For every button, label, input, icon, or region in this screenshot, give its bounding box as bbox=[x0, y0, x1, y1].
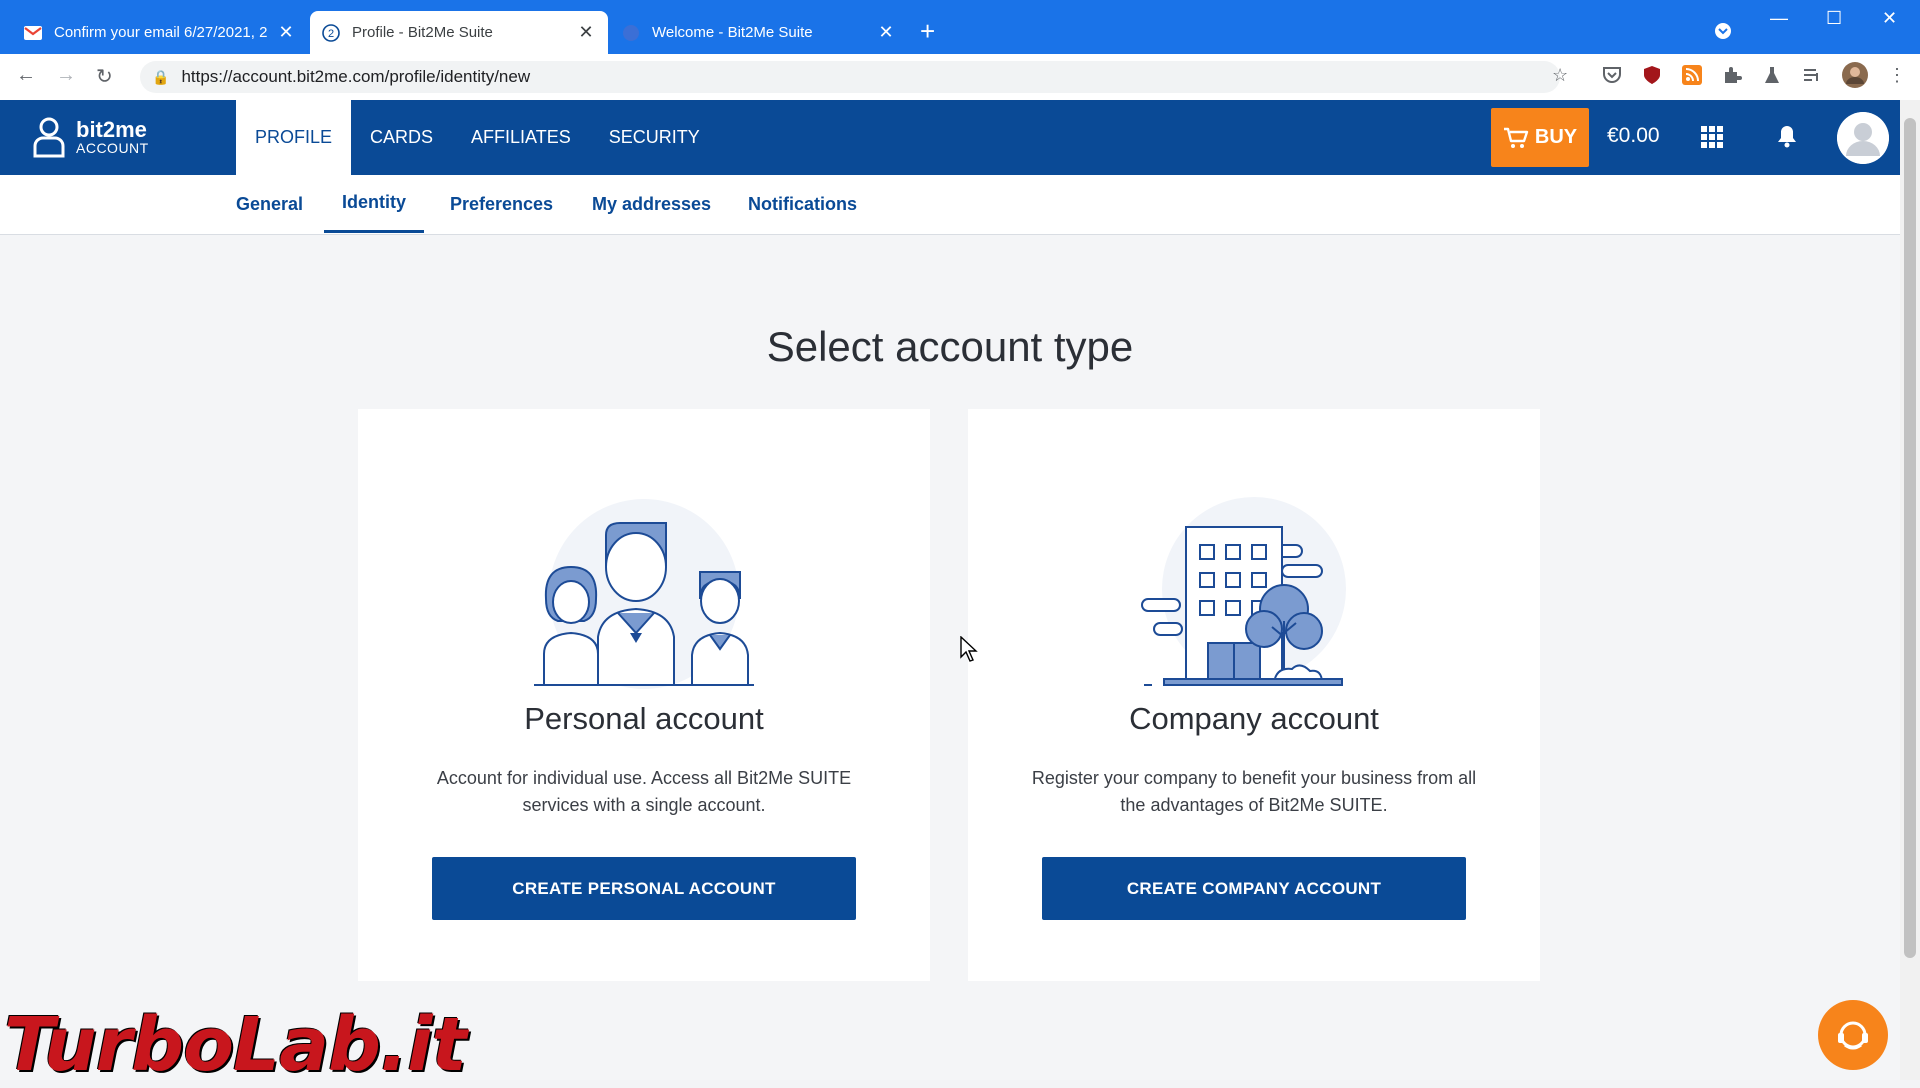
turbolab-watermark: TurboLab.it bbox=[4, 1002, 467, 1088]
company-card-description: Register your company to benefit your bu… bbox=[1031, 768, 1477, 815]
company-card-title: Company account bbox=[1129, 701, 1379, 736]
extensions-icon[interactable] bbox=[1722, 65, 1742, 90]
main-content: Select account type Personal account Acc… bbox=[0, 235, 1900, 1080]
people-illustration-icon bbox=[534, 499, 754, 689]
create-personal-account-button[interactable]: CREATE PERSONAL ACCOUNT bbox=[432, 857, 856, 920]
address-bar: ← → ↻ 🔒 https://account.bit2me.com/profi… bbox=[0, 54, 1920, 101]
profile-avatar-icon[interactable] bbox=[1842, 62, 1868, 93]
lock-icon: 🔒 bbox=[152, 68, 170, 85]
headset-icon bbox=[1838, 1021, 1868, 1050]
gmail-icon bbox=[24, 24, 42, 42]
logo-name: bit2me bbox=[76, 117, 147, 142]
subtab-notifications[interactable]: Notifications bbox=[748, 175, 857, 233]
bit2me-icon: 2 bbox=[322, 23, 340, 42]
close-tab-icon[interactable]: ✕ bbox=[576, 22, 596, 43]
mouse-cursor-icon bbox=[960, 636, 978, 662]
subtab-general[interactable]: General bbox=[236, 175, 303, 233]
buy-label: BUY bbox=[1534, 126, 1578, 148]
logo-sub: ACCOUNT bbox=[76, 140, 149, 156]
tab-title: Welcome - Bit2Me Suite bbox=[652, 24, 813, 41]
close-window-icon[interactable]: ✕ bbox=[1882, 8, 1897, 29]
rss-icon[interactable] bbox=[1682, 65, 1702, 90]
bit2me-icon bbox=[622, 24, 640, 42]
page-scrollbar[interactable] bbox=[1900, 100, 1920, 1080]
buy-button[interactable]: BUY bbox=[1491, 108, 1589, 167]
subtab-identity[interactable]: Identity bbox=[324, 175, 425, 233]
ublock-icon[interactable] bbox=[1642, 65, 1662, 90]
browser-tab-gmail[interactable]: Confirm your email 6/27/2021, 2 ✕ bbox=[12, 11, 308, 54]
apps-grid-icon[interactable] bbox=[1701, 126, 1723, 153]
bit2me-logo[interactable]: bit2me ACCOUNT bbox=[32, 116, 149, 158]
back-icon[interactable]: ← bbox=[16, 64, 36, 87]
media-queue-icon[interactable] bbox=[1802, 65, 1822, 90]
svg-text:2: 2 bbox=[328, 28, 334, 40]
company-account-card: Company account Register your company to… bbox=[968, 409, 1540, 981]
maximize-icon[interactable]: ☐ bbox=[1826, 8, 1842, 29]
bookmark-star-icon[interactable]: ☆ bbox=[1552, 65, 1568, 86]
profile-subnav: General Identity Preferences My addresse… bbox=[0, 175, 1900, 235]
new-tab-icon[interactable]: + bbox=[920, 16, 935, 47]
building-illustration-icon bbox=[1141, 497, 1346, 686]
main-nav: PROFILE CARDS AFFILIATES SECURITY bbox=[236, 100, 719, 175]
menu-kebab-icon[interactable]: ⋮ bbox=[1888, 65, 1906, 86]
personal-account-card: Personal account Account for individual … bbox=[358, 409, 930, 981]
browser-tab-welcome[interactable]: Welcome - Bit2Me Suite ✕ bbox=[610, 11, 908, 54]
app-header: bit2me ACCOUNT PROFILE CARDS AFFILIATES … bbox=[0, 100, 1900, 175]
browser-tab-profile[interactable]: 2 Profile - Bit2Me Suite ✕ bbox=[310, 11, 608, 54]
url-field[interactable]: 🔒 https://account.bit2me.com/profile/ide… bbox=[140, 61, 1560, 93]
nav-affiliates[interactable]: AFFILIATES bbox=[452, 100, 590, 175]
account-user-icon bbox=[33, 117, 65, 158]
cart-icon bbox=[1503, 127, 1529, 148]
labs-icon[interactable] bbox=[1762, 65, 1782, 90]
balance-amount[interactable]: €0.00 bbox=[1607, 124, 1660, 148]
pocket-icon[interactable] bbox=[1602, 65, 1622, 90]
user-avatar-icon bbox=[1837, 112, 1889, 164]
forward-icon[interactable]: → bbox=[56, 64, 76, 87]
scrollbar-thumb[interactable] bbox=[1904, 118, 1916, 958]
user-avatar[interactable] bbox=[1837, 112, 1889, 164]
create-company-account-button[interactable]: CREATE COMPANY ACCOUNT bbox=[1042, 857, 1466, 920]
nav-security[interactable]: SECURITY bbox=[590, 100, 719, 175]
personal-card-title: Personal account bbox=[524, 701, 764, 736]
reload-icon[interactable]: ↻ bbox=[96, 64, 113, 89]
support-chat-button[interactable] bbox=[1818, 1000, 1888, 1070]
tab-search-icon[interactable] bbox=[1714, 22, 1732, 45]
nav-cards[interactable]: CARDS bbox=[351, 100, 452, 175]
browser-tab-strip: Confirm your email 6/27/2021, 2 ✕ 2 Prof… bbox=[0, 0, 1920, 54]
minimize-icon[interactable]: — bbox=[1770, 8, 1788, 29]
tab-title: Confirm your email 6/27/2021, 2 bbox=[54, 24, 268, 41]
close-tab-icon[interactable]: ✕ bbox=[276, 22, 296, 43]
notifications-bell-icon[interactable] bbox=[1777, 124, 1797, 153]
personal-card-description: Account for individual use. Access all B… bbox=[436, 768, 852, 815]
subtab-my-addresses[interactable]: My addresses bbox=[592, 175, 711, 233]
nav-profile[interactable]: PROFILE bbox=[236, 100, 352, 175]
url-text: https://account.bit2me.com/profile/ident… bbox=[181, 67, 531, 86]
close-tab-icon[interactable]: ✕ bbox=[876, 22, 896, 43]
page-title: Select account type bbox=[766, 323, 1134, 370]
tab-title: Profile - Bit2Me Suite bbox=[352, 24, 493, 41]
subtab-preferences[interactable]: Preferences bbox=[450, 175, 553, 233]
